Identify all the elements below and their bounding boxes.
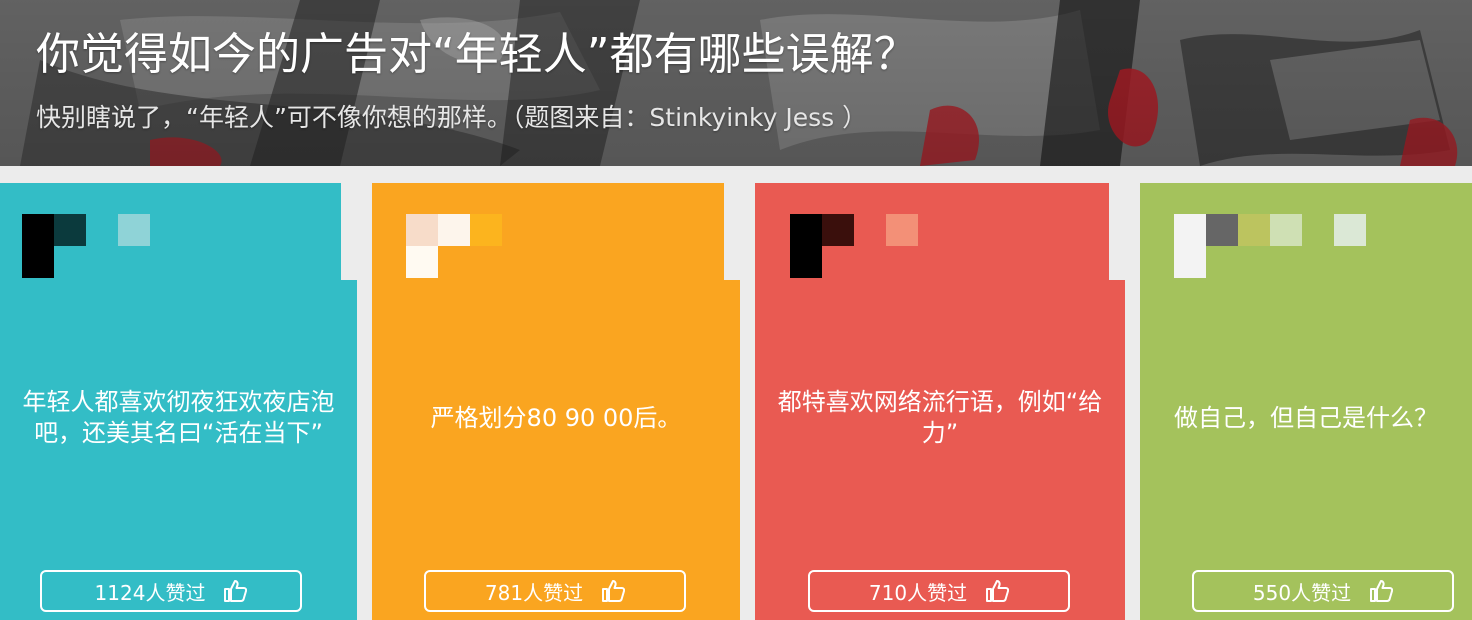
card-divider-tab xyxy=(724,183,740,280)
pixel-avatar-icon xyxy=(406,214,534,278)
answer-card-list: 年轻人都喜欢彻夜狂欢夜店泡吧，还美其名曰“活在当下” 1124人赞过 严格划分8… xyxy=(0,166,1472,620)
card-divider-tab xyxy=(341,183,357,280)
card-text: 严格划分80 90 00后。 xyxy=(430,403,682,432)
like-button[interactable]: 1124人赞过 xyxy=(40,570,302,612)
pixel-avatar-icon xyxy=(790,214,918,278)
pixel-avatar-icon xyxy=(22,214,150,278)
answer-card[interactable]: 都特喜欢网络流行语，例如“给力” 710人赞过 xyxy=(755,183,1125,620)
like-count: 550人赞过 xyxy=(1252,580,1352,605)
answer-card[interactable]: 做自己，但自己是什么？ 550人赞过 xyxy=(1140,183,1472,620)
like-count: 710人赞过 xyxy=(868,580,968,605)
hero-banner: 你觉得如今的广告对“年轻人”都有哪些误解？ 快别瞎说了，“年轻人”可不像你想的那… xyxy=(0,0,1472,166)
card-text: 年轻人都喜欢彻夜狂欢夜店泡吧，还美其名曰“活在当下” xyxy=(22,388,335,447)
pixel-avatar-icon xyxy=(1174,214,1366,278)
thumbs-up-icon xyxy=(1370,580,1394,602)
thumbs-up-icon xyxy=(986,580,1010,602)
like-count: 781人赞过 xyxy=(484,580,584,605)
card-text: 都特喜欢网络流行语，例如“给力” xyxy=(777,388,1103,447)
like-button[interactable]: 550人赞过 xyxy=(1192,570,1454,612)
page-subtitle: 快别瞎说了，“年轻人”可不像你想的那样。（题图来自：Stinkyinky Jes… xyxy=(36,103,868,132)
like-button[interactable]: 710人赞过 xyxy=(808,570,1070,612)
thumbs-up-icon xyxy=(602,580,626,602)
card-divider-tab xyxy=(1109,183,1125,280)
like-button[interactable]: 781人赞过 xyxy=(424,570,686,612)
card-text: 做自己，但自己是什么？ xyxy=(1174,403,1438,432)
answer-card[interactable]: 年轻人都喜欢彻夜狂欢夜店泡吧，还美其名曰“活在当下” 1124人赞过 xyxy=(0,183,357,620)
hero-overlay xyxy=(0,0,1472,166)
page-title: 你觉得如今的广告对“年轻人”都有哪些误解？ xyxy=(36,29,918,80)
answer-card[interactable]: 严格划分80 90 00后。 781人赞过 xyxy=(372,183,740,620)
like-count: 1124人赞过 xyxy=(94,580,206,605)
thumbs-up-icon xyxy=(224,580,248,602)
